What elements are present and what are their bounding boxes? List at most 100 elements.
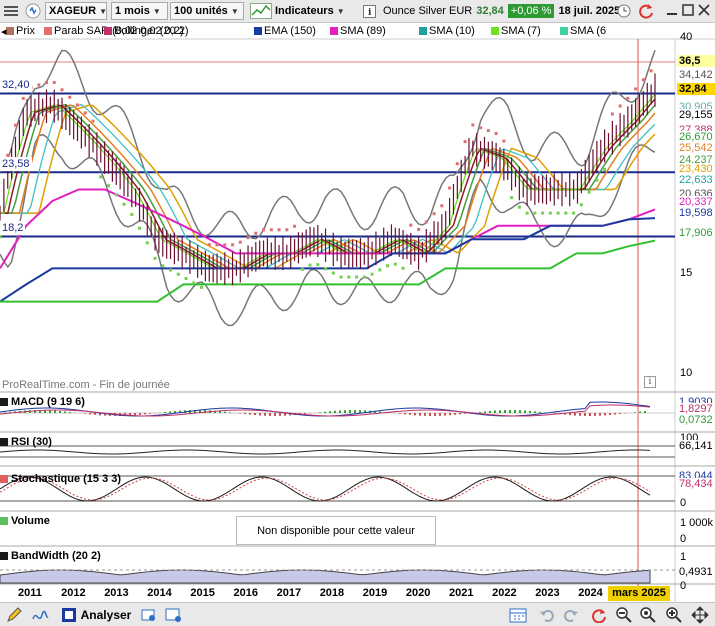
parabolic-sar-dot <box>610 112 614 116</box>
parabolic-sar-dot <box>246 236 250 240</box>
parabolic-sar-dot <box>99 175 103 179</box>
move-icon[interactable] <box>690 606 710 624</box>
parabolic-sar-dot <box>417 227 421 231</box>
x-axis-label: 2012 <box>61 587 86 599</box>
parabolic-sar-dot <box>153 256 157 260</box>
parabolic-sar-dot <box>502 139 506 143</box>
parabolic-sar-dot <box>138 226 142 230</box>
draw-pencil-icon[interactable] <box>4 606 24 624</box>
parabolic-sar-dot <box>262 228 266 232</box>
x-axis-label: 2022 <box>492 587 517 599</box>
parabolic-sar-dot <box>634 87 638 91</box>
zoom-out-icon[interactable] <box>614 606 634 624</box>
price-tag: 34,142 <box>677 69 715 81</box>
parabolic-sar-dot <box>494 132 498 136</box>
parabolic-sar-dot <box>533 211 537 215</box>
parabolic-sar-dot <box>579 203 583 207</box>
parabolic-sar-dot <box>114 193 118 197</box>
x-axis-label: 2021 <box>449 587 474 599</box>
indicator-value-tag: 66,141 <box>677 440 715 452</box>
parabolic-sar-dot <box>510 196 514 200</box>
parabolic-sar-dot <box>176 272 180 276</box>
parabolic-sar-dot <box>300 267 304 271</box>
parabolic-sar-dot <box>564 211 568 215</box>
parabolic-sar-dot <box>486 129 490 133</box>
bandwidth-area <box>0 569 651 584</box>
parabolic-sar-dot <box>122 202 126 206</box>
parabolic-sar-dot <box>556 211 560 215</box>
price-tag: 29,155 <box>677 109 715 121</box>
macd-title-text: MACD (9 19 6) <box>11 396 85 408</box>
parabolic-sar-dot <box>339 275 343 279</box>
parabolic-sar-dot <box>231 243 235 247</box>
parabolic-sar-dot <box>401 266 405 270</box>
parabolic-sar-dot <box>130 212 134 216</box>
stoch-axis-0: 0 <box>680 497 687 509</box>
compare-icon[interactable] <box>140 606 158 624</box>
parabolic-sar-dot <box>432 212 436 216</box>
x-axis-label: 2024 <box>578 587 603 599</box>
parabolic-sar-dot <box>548 211 552 215</box>
analyse-button[interactable]: Analyser <box>58 606 134 624</box>
horizontal-level-label: 23,58 <box>0 157 32 172</box>
volume-title-text: Volume <box>11 515 50 527</box>
volume-unavailable-box: Non disponible pour cette valeur <box>236 516 436 545</box>
parabolic-sar-dot <box>424 220 428 224</box>
parabolic-sar-dot <box>45 81 49 85</box>
parabolic-sar-dot <box>277 228 281 232</box>
bandwidth-axis-0: 0 <box>680 580 687 592</box>
y-axis-label-40: 40 <box>680 31 693 43</box>
parabolic-sar-dot <box>517 205 521 209</box>
refresh-icon[interactable] <box>590 606 608 624</box>
parabolic-sar-dot <box>641 78 645 82</box>
indicator-value-tag: 78,434 <box>677 478 715 490</box>
alerts-icon[interactable] <box>162 606 184 624</box>
zoom-in-icon[interactable] <box>664 606 684 624</box>
parabolic-sar-dot <box>76 103 80 107</box>
parabolic-sar-dot <box>91 119 95 123</box>
parabolic-sar-dot <box>378 268 382 272</box>
price-chart <box>0 38 715 602</box>
parabolic-sar-dot <box>324 267 328 271</box>
parabolic-sar-dot <box>215 243 219 247</box>
indicator-value-tag: 0,0732 <box>677 414 715 426</box>
parabolic-sar-dot <box>440 204 444 208</box>
cursor-icon[interactable] <box>30 606 50 624</box>
parabolic-sar-dot <box>254 231 258 235</box>
watermark: ProRealTime.com - Fin de journée <box>2 379 170 391</box>
parabolic-sar-dot <box>618 104 622 108</box>
price-tag: 32,84 <box>677 83 715 95</box>
parabolic-sar-dot <box>200 285 204 289</box>
parabolic-sar-dot <box>0 235 2 239</box>
parabolic-sar-dot <box>471 123 475 127</box>
horizontal-level-label: 32,40 <box>0 78 32 93</box>
sma-89-line <box>0 188 656 269</box>
parabolic-sar-dot <box>238 240 242 244</box>
zoom-reset-icon[interactable] <box>638 606 658 624</box>
long-sma-line <box>0 239 656 303</box>
parabolic-sar-dot <box>21 96 25 100</box>
calendar-icon[interactable] <box>508 606 528 624</box>
price-tag: 19,598 <box>677 207 715 219</box>
x-axis-label: 2020 <box>405 587 431 599</box>
analyse-label: Analyser <box>80 608 132 622</box>
y-axis-label-10: 15 <box>680 267 693 279</box>
parabolic-sar-dot <box>107 184 111 188</box>
stoch-title: Stochastique (15 3 3) <box>0 471 121 487</box>
x-axis-label: 2014 <box>147 587 172 599</box>
indicator-value-tag: 0,4931 <box>677 566 715 578</box>
redo-icon[interactable] <box>562 606 580 624</box>
parabolic-sar-dot <box>331 271 335 275</box>
parabolic-sar-dot <box>572 211 576 215</box>
parabolic-sar-dot <box>347 275 351 279</box>
parabolic-sar-dot <box>60 88 64 92</box>
parabolic-sar-dot <box>308 263 312 267</box>
macd-signal-line <box>0 404 651 417</box>
undo-icon[interactable] <box>538 606 556 624</box>
x-axis-label: 2023 <box>535 587 560 599</box>
bollinger-lower-line <box>0 133 656 327</box>
parabolic-sar-dot <box>448 186 452 190</box>
parabolic-sar-dot <box>37 83 41 87</box>
y-axis-label-10b: 10 <box>680 367 693 379</box>
info-icon[interactable]: i <box>644 376 656 388</box>
